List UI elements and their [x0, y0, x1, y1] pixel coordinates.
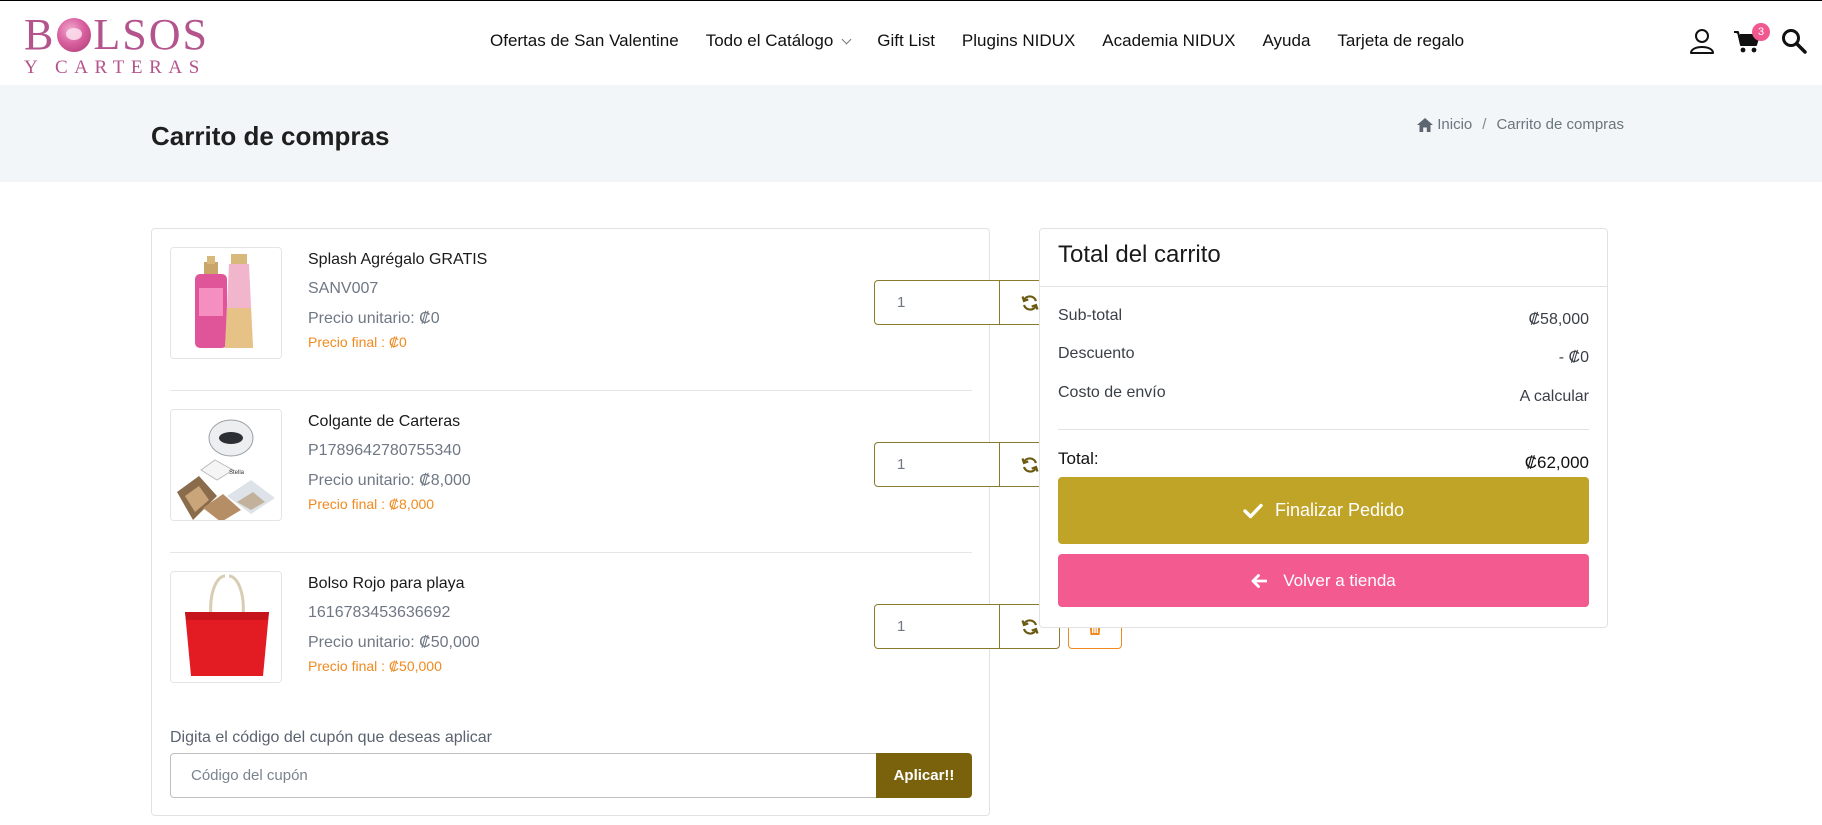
- logo-wordmark: B LSOS: [24, 10, 214, 59]
- search-icon[interactable]: [1780, 27, 1808, 55]
- brand-logo[interactable]: B LSOS Y CARTERAS: [24, 10, 214, 79]
- subtotal-value: ₡58,000: [1528, 311, 1590, 328]
- nav-item-label: Plugins NIDUX: [961, 31, 1076, 50]
- totals-title: Total del carrito: [1058, 241, 1221, 268]
- discount-value: - ₡0: [1558, 349, 1589, 366]
- red-bag-image[interactable]: [170, 571, 282, 683]
- nav-item-label: Gift List: [877, 31, 935, 50]
- nav-item-ayuda[interactable]: Ayuda: [1263, 31, 1311, 51]
- nav-item-tarjeta[interactable]: Tarjeta de regalo: [1337, 31, 1464, 51]
- nav-item-ofertas[interactable]: Ofertas de San Valentine: [490, 31, 679, 51]
- site-header: B LSOS Y CARTERAS Ofertas de San Valentin…: [0, 1, 1822, 85]
- logo-subtitle: Y CARTERAS: [24, 57, 206, 78]
- unit-price: Precio unitario: ₡8,000: [308, 472, 471, 489]
- shipping-value: A calcular: [1519, 388, 1589, 405]
- breadcrumb-home[interactable]: Inicio: [1417, 116, 1472, 133]
- logo-letters: LSOS: [93, 10, 209, 59]
- shipping-label: Costo de envío: [1058, 384, 1166, 401]
- finalize-order-label: Finalizar Pedido: [1274, 500, 1405, 520]
- main-nav: Ofertas de San Valentine Todo el Catálog…: [490, 31, 1491, 51]
- subtotal-label: Sub-total: [1058, 307, 1123, 324]
- cart-item-row: Stella Colgante de Carteras P17896427807…: [170, 391, 1122, 553]
- breadcrumb-current: Carrito de compras: [1496, 116, 1624, 133]
- gem-icon: [57, 18, 92, 52]
- product-sku: SANV007: [308, 280, 379, 297]
- product-name[interactable]: Bolso Rojo para playa: [308, 575, 465, 593]
- back-to-store-button[interactable]: Volver a tienda: [1058, 554, 1589, 607]
- nav-item-label: Academia NIDUX: [1102, 31, 1236, 50]
- bag-hanger-image[interactable]: Stella: [170, 409, 282, 521]
- refresh-icon: [1020, 294, 1039, 311]
- refresh-icon: [1020, 456, 1039, 473]
- product-sku: P1789642780755340: [308, 442, 462, 459]
- svg-text:Stella: Stella: [229, 470, 245, 476]
- breadcrumb-separator: /: [1482, 116, 1487, 133]
- apply-coupon-button[interactable]: Aplicar!!: [876, 753, 972, 798]
- coupon-label: Digita el código del cupón que deseas ap…: [170, 729, 492, 746]
- nav-item-plugins[interactable]: Plugins NIDUX: [962, 31, 1075, 51]
- home-icon: [1417, 117, 1434, 132]
- product-name[interactable]: Splash Agrégalo GRATIS: [308, 251, 487, 269]
- breadcrumb-home-label: Inicio: [1437, 116, 1473, 133]
- arrow-left-icon: [1251, 573, 1268, 588]
- page-title: Carrito de compras: [151, 121, 390, 151]
- back-to-store-label: Volver a tienda: [1283, 570, 1396, 590]
- nav-item-label: Ofertas de San Valentine: [490, 31, 679, 50]
- product-name[interactable]: Colgante de Carteras: [308, 413, 460, 431]
- final-price: Precio final : ₡8,000: [308, 496, 435, 512]
- unit-price: Precio unitario: ₡0: [308, 310, 440, 327]
- final-price: Precio final : ₡50,000: [308, 658, 442, 674]
- user-icon[interactable]: [1688, 27, 1716, 55]
- unit-price: Precio unitario: ₡50,000: [308, 634, 480, 651]
- finalize-order-button[interactable]: Finalizar Pedido: [1058, 477, 1589, 544]
- cart-count-badge: 3: [1752, 23, 1770, 41]
- chevron-down-icon: [841, 34, 852, 44]
- nav-item-label: Todo el Catálogo: [705, 31, 834, 50]
- quantity-input[interactable]: 1: [874, 604, 1000, 649]
- totals-divider: [1058, 429, 1589, 430]
- cart-items-card: Splash Agrégalo GRATIS SANV007 Precio un…: [151, 228, 1122, 816]
- cart-item-row: Bolso Rojo para playa 1616783453636692 P…: [170, 553, 1122, 715]
- perfume-image[interactable]: [170, 247, 282, 359]
- nav-item-catalogo[interactable]: Todo el Catálogo: [705, 31, 852, 51]
- nav-item-gift-list[interactable]: Gift List: [877, 31, 935, 51]
- totals-divider: [1040, 286, 1607, 287]
- nav-item-label: Ayuda: [1262, 31, 1311, 50]
- total-label: Total:: [1058, 449, 1099, 468]
- cart-totals-card: Total del carrito Sub-total ₡58,000 Desc…: [1039, 228, 1608, 628]
- quantity-input[interactable]: 1: [874, 442, 1000, 487]
- cart-item-row: Splash Agrégalo GRATIS SANV007 Precio un…: [170, 229, 1122, 391]
- coupon-input[interactable]: Código del cupón: [170, 753, 877, 798]
- breadcrumb: Inicio / Carrito de compras: [1417, 116, 1624, 133]
- nav-item-label: Tarjeta de regalo: [1337, 31, 1465, 50]
- refresh-icon: [1020, 618, 1039, 635]
- logo-letter: B: [24, 10, 56, 59]
- product-sku: 1616783453636692: [308, 604, 451, 621]
- discount-label: Descuento: [1058, 345, 1135, 362]
- quantity-input[interactable]: 1: [874, 280, 1000, 325]
- final-price: Precio final : ₡0: [308, 334, 407, 350]
- nav-item-academia[interactable]: Academia NIDUX: [1102, 31, 1235, 51]
- check-icon: [1243, 503, 1263, 518]
- total-value: ₡62,000: [1524, 453, 1589, 472]
